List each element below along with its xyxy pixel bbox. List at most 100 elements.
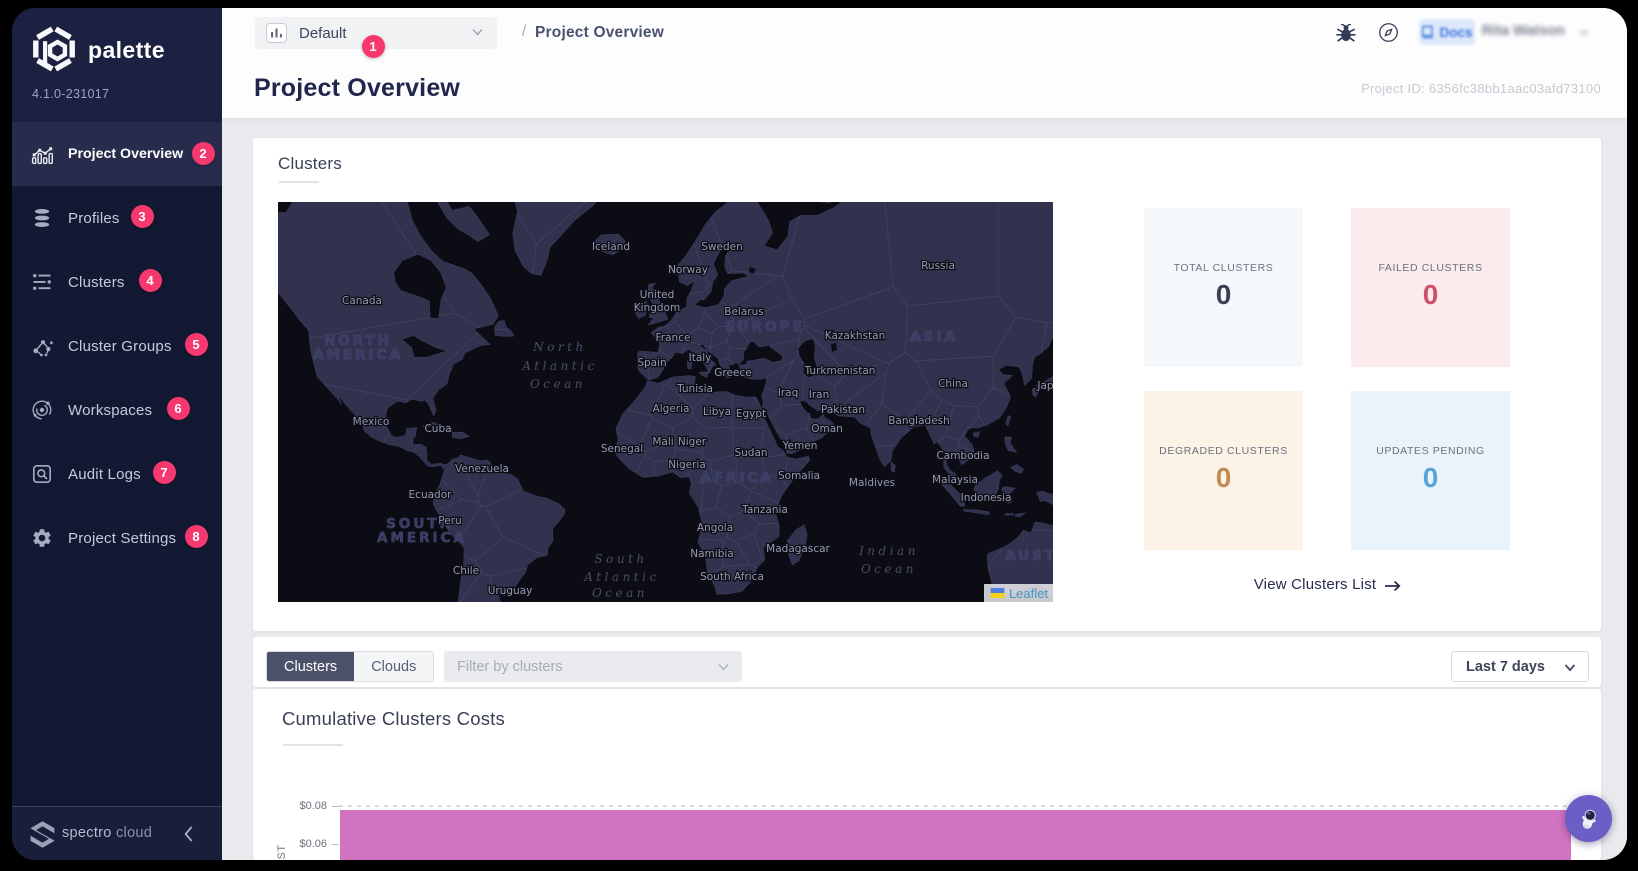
sidebar: palette 4.1.0-231017 Project Overview Pr…	[12, 8, 222, 860]
map-label: Madagascar	[766, 543, 830, 555]
map-label: Angola	[697, 522, 733, 534]
map-label: South	[594, 552, 647, 566]
map-label: Egypt	[736, 408, 766, 420]
date-range-select[interactable]: Last 7 days	[1451, 651, 1589, 682]
view-clusters-list-label: View Clusters List	[1253, 576, 1377, 593]
filter-by-clusters-select[interactable]: Filter by clusters	[444, 651, 742, 682]
map-label: AMERICA	[377, 530, 467, 546]
map-label: Indian	[858, 544, 919, 558]
project-id: Project ID: 6356fc38bb1aac03afd73100	[1361, 81, 1601, 96]
profiles-icon	[31, 207, 53, 229]
sidebar-item-label: Audit Logs	[68, 465, 141, 483]
main-area: Default / Project Overview Docs Rita Wat…	[185, 8, 1627, 860]
chevron-down-icon	[1564, 664, 1576, 672]
spectro-cloud-logo-icon	[30, 821, 55, 848]
annotation-badge-5[interactable]: 5	[184, 332, 208, 356]
filter-placeholder: Filter by clusters	[457, 658, 563, 675]
book-icon	[1422, 25, 1434, 39]
page-content: Clusters NORTH AMERICA EUROPE ASIA AFRICA SOU…	[185, 118, 1627, 860]
palette-logo-icon	[33, 25, 75, 73]
map-label: Venezuela	[455, 463, 509, 475]
map-label: China	[938, 378, 968, 390]
annotation-badge-6[interactable]: 6	[166, 396, 190, 420]
workspaces-icon	[31, 399, 53, 421]
clusters-card: Clusters NORTH AMERICA EUROPE ASIA AFRICA SOU…	[185, 138, 1601, 631]
map-label: Yemen	[782, 440, 818, 452]
docs-label: Docs	[1439, 24, 1473, 40]
map-label: Japan	[1036, 380, 1053, 392]
project-scope-icon	[266, 23, 287, 43]
breadcrumb[interactable]: Project Overview	[535, 24, 664, 42]
annotation-badge-4[interactable]: 4	[138, 268, 162, 292]
map-label: Iceland	[592, 241, 630, 253]
map-label: France	[656, 332, 691, 344]
user-chevron-down-icon[interactable]	[1579, 29, 1589, 36]
annotation-badge-8[interactable]: 8	[184, 524, 208, 548]
annotation-badge-2[interactable]: 2	[191, 141, 215, 165]
sidebar-item-label: Clusters	[68, 273, 125, 291]
leaflet-attribution: Leaflet	[983, 584, 1053, 602]
page-title: Project Overview	[254, 74, 461, 102]
map-label: Nigeria	[668, 459, 706, 471]
app-version: 4.1.0-231017	[32, 87, 110, 101]
stat-label: TOTAL CLUSTERS	[1173, 262, 1274, 274]
stat-degraded-clusters: DEGRADED CLUSTERS 0	[1144, 391, 1303, 550]
user-menu[interactable]: Rita Watson	[1482, 23, 1565, 39]
arrow-right-icon	[1385, 580, 1401, 592]
map-label: Russia	[921, 260, 955, 272]
annotation-badge-3[interactable]: 3	[130, 204, 154, 228]
bug-report-icon[interactable]	[1335, 22, 1357, 44]
overview-icon	[31, 143, 54, 165]
stat-label: FAILED CLUSTERS	[1378, 262, 1483, 274]
project-selector-value: Default	[299, 24, 347, 42]
annotation-badge-7[interactable]: 7	[152, 460, 176, 484]
annotation-badge-1[interactable]: 1	[361, 34, 385, 58]
sidebar-item-clusters[interactable]: Clusters	[12, 250, 222, 314]
clusters-clouds-toggle: Clusters Clouds	[266, 651, 435, 682]
leaflet-link[interactable]: Leaflet	[1009, 586, 1048, 601]
assistant-fab-button[interactable]	[1565, 795, 1612, 842]
map-label: Namibia	[690, 548, 733, 560]
breadcrumb-separator: /	[522, 23, 527, 40]
map-label: Tanzania	[741, 504, 788, 516]
map-label: Ocean	[592, 586, 648, 600]
y-tick-mark	[332, 844, 339, 845]
app-window: palette 4.1.0-231017 Project Overview Pr…	[12, 8, 1627, 860]
tab-clusters[interactable]: Clusters	[267, 652, 355, 681]
costs-chart-card: Cumulative Clusters Costs $0.08 $0.06 CO…	[253, 689, 1601, 860]
ukraine-flag-icon	[990, 588, 1005, 598]
sidebar-collapse-icon[interactable]	[183, 826, 193, 842]
map-label: Iran	[809, 389, 830, 401]
map-label: Uruguay	[488, 585, 533, 597]
map-label: Somalia	[778, 470, 820, 482]
world-map[interactable]: NORTH AMERICA EUROPE ASIA AFRICA SOUTH AMERICA…	[185, 159, 1120, 606]
map-label: Peru	[438, 515, 461, 527]
cost-area-series	[340, 810, 1571, 860]
map-label: Senegal	[601, 443, 643, 455]
map-label: Mali	[652, 436, 673, 448]
map-label: Maldives	[849, 477, 895, 489]
filter-toolbar: Clusters Clouds Filter by clusters Last …	[253, 637, 1601, 687]
stat-value: 0	[1215, 462, 1232, 493]
astronaut-icon	[1581, 809, 1596, 829]
sidebar-item-project-overview[interactable]: Project Overview	[12, 122, 222, 186]
map-label: Mexico	[353, 416, 390, 428]
help-compass-icon[interactable]	[1378, 22, 1399, 43]
sidebar-item-label: Profiles	[68, 209, 120, 227]
map-label: Atlantic	[583, 570, 659, 584]
page-header: Default / Project Overview Docs Rita Wat…	[222, 8, 1627, 118]
map-label: Italy	[689, 352, 712, 364]
sidebar-item-label: Workspaces	[68, 401, 153, 419]
sidebar-item-workspaces[interactable]: Workspaces	[12, 378, 222, 442]
map-label: Kazakhstan	[825, 330, 886, 342]
sidebar-footer: spectro cloud	[12, 806, 222, 860]
clusters-icon	[31, 271, 53, 293]
map-label: Oman	[811, 423, 843, 435]
map-label: North	[532, 340, 587, 354]
sidebar-item-profiles[interactable]: Profiles	[12, 186, 222, 250]
map-label: United	[640, 289, 675, 301]
sidebar-item-audit-logs[interactable]: Audit Logs	[12, 442, 222, 506]
tab-clouds[interactable]: Clouds	[354, 652, 434, 681]
docs-button[interactable]: Docs	[1419, 19, 1475, 45]
view-clusters-list-link[interactable]: View Clusters List	[1144, 576, 1511, 593]
